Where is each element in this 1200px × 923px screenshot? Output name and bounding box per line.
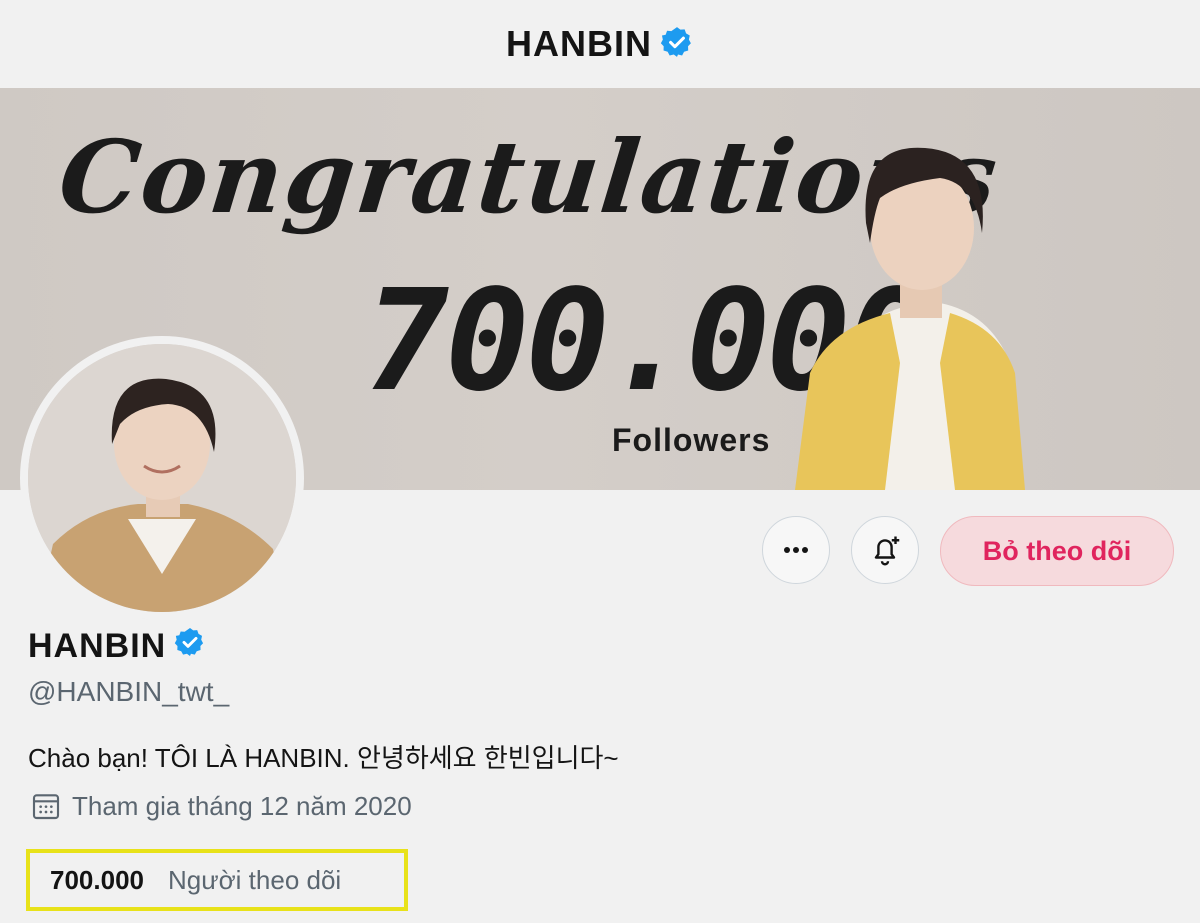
unfollow-button[interactable]: Bỏ theo dõi [940, 516, 1174, 586]
joined-date-text: Tham gia tháng 12 năm 2020 [72, 790, 412, 821]
profile-name-row: HANBIN [28, 626, 206, 667]
followers-label: Người theo dõi [167, 864, 342, 895]
header-title: HANBIN [506, 23, 652, 64]
profile-name: HANBIN [28, 627, 167, 665]
more-horizontal-icon [784, 547, 808, 553]
more-options-button[interactable] [762, 516, 830, 584]
bell-plus-icon [874, 536, 900, 566]
banner-followers-label: Followers [612, 422, 771, 458]
profile-handle: @HANBIN_twt_ [28, 676, 230, 707]
joined-date-row: Tham gia tháng 12 năm 2020 [30, 790, 412, 822]
profile-bio: Chào bạn! TÔI LÀ HANBIN. 안녕하세요 한빈입니다~ [28, 743, 619, 773]
banner-person-photo [795, 147, 1025, 490]
profile-avatar[interactable] [20, 336, 304, 620]
verified-badge-icon [660, 25, 694, 64]
notifications-button[interactable] [851, 516, 919, 584]
followers-stat[interactable]: 700.000 Người theo dõi [26, 849, 408, 911]
top-header: HANBIN [0, 0, 1200, 88]
followers-count: 700.000 [50, 864, 144, 895]
verified-badge-icon [174, 626, 206, 667]
calendar-icon [32, 794, 60, 820]
avatar-photo [28, 344, 296, 612]
